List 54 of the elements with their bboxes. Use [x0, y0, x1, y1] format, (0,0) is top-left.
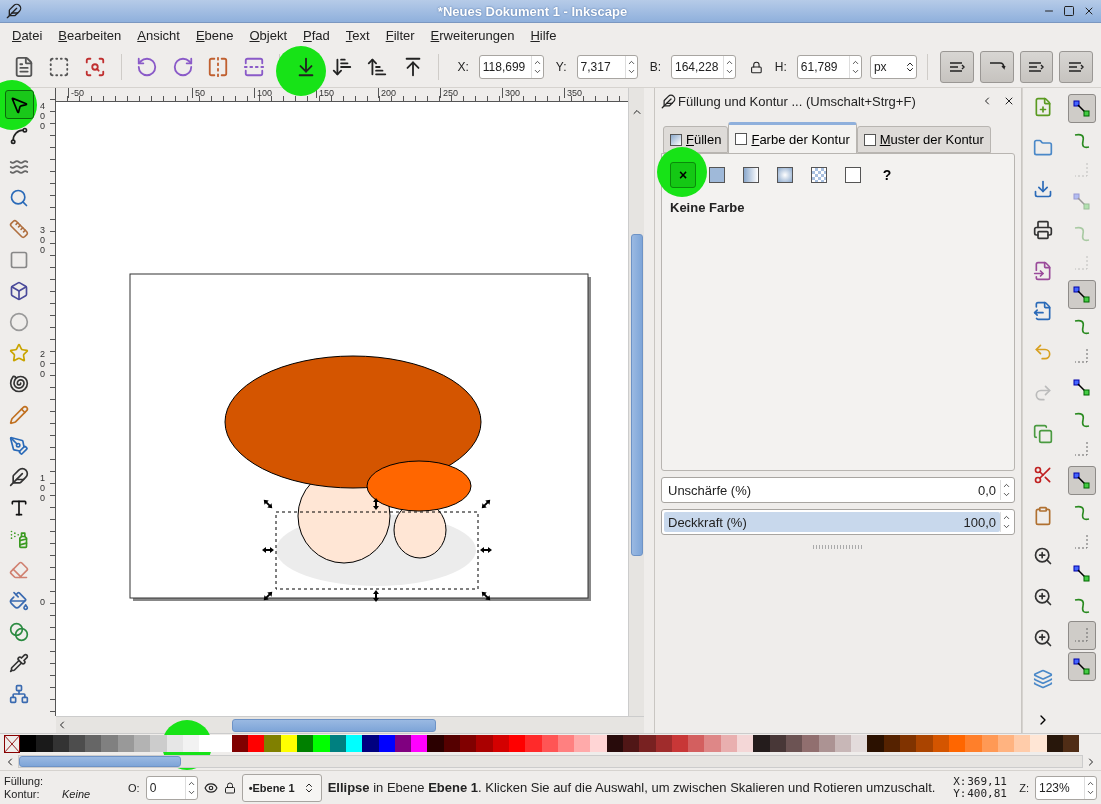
field-label: X:: [457, 60, 469, 74]
paint-type-button[interactable]: ?: [874, 162, 900, 188]
ruler-label: 300: [40, 226, 46, 256]
ruler-label: 0: [40, 598, 46, 608]
menu-item[interactable]: Objekt: [241, 27, 296, 43]
paint-label: Keine Farbe: [670, 200, 746, 215]
tab[interactable]: Farbe der Kontur: [728, 122, 857, 153]
layer-dropdown[interactable]: •Ebene 1: [241, 773, 322, 802]
coord-label: X:: [953, 775, 968, 788]
field-label: Y:: [555, 60, 567, 74]
slider-field[interactable]: Unschärfe (%) 0,0: [661, 477, 1015, 503]
menu-item[interactable]: Erweiterungen: [422, 27, 523, 43]
ruler-label: 250: [440, 88, 459, 98]
coord-label: Y:: [953, 787, 967, 800]
unit-dropdown[interactable]: px: [869, 55, 918, 79]
menu-item[interactable]: Ebene: [187, 27, 242, 43]
ruler-label: 50: [192, 88, 205, 98]
zoom-field[interactable]: 123%: [1035, 775, 1097, 800]
fill-label: Füllung:: [4, 774, 45, 788]
ruler-label: 400: [40, 102, 46, 132]
number-field[interactable]: 118,699: [478, 55, 544, 79]
menu-item[interactable]: Text: [337, 27, 378, 43]
number-field[interactable]: 7,317: [576, 55, 638, 79]
menu-item[interactable]: Ansicht: [129, 27, 188, 43]
panel-title: Füllung und Kontur ... (Umschalt+Strg+F): [678, 93, 917, 109]
paint-type-button[interactable]: ×: [670, 162, 696, 188]
menu-item[interactable]: Hilfe: [522, 27, 565, 43]
ruler-label: 100: [40, 474, 46, 504]
ruler-label: 300: [502, 88, 521, 98]
coord-value: 369,11: [967, 775, 1008, 788]
ruler-label: 350: [564, 88, 583, 98]
window-title: *Neues Dokument 1 - Inkscape: [437, 3, 628, 19]
ruler-label: -50: [68, 88, 84, 98]
tab[interactable]: Füllen: [663, 126, 729, 153]
menu-item[interactable]: Bearbeiten: [50, 27, 130, 43]
coord-value: 400,81: [967, 787, 1008, 800]
menu-item[interactable]: Datei: [4, 27, 51, 43]
menu-item[interactable]: Pfad: [295, 27, 338, 43]
stroke-value: Keine: [62, 787, 92, 801]
number-field[interactable]: 164,228: [671, 55, 737, 79]
menu-item[interactable]: Filter: [377, 27, 423, 43]
ruler-label: 200: [40, 350, 46, 380]
field-label: B:: [649, 60, 661, 74]
opacity-field[interactable]: 0: [145, 775, 198, 800]
zoom-label: Z:: [1019, 781, 1029, 794]
opacity-label: O:: [128, 781, 140, 794]
tab[interactable]: Muster der Kontur: [856, 126, 991, 153]
ruler-label: 200: [378, 88, 397, 98]
stroke-label: Kontur:: [4, 787, 41, 801]
slider-field[interactable]: Deckkraft (%) 100,0: [661, 509, 1015, 535]
ruler-label: 100: [254, 88, 273, 98]
field-label: H:: [774, 60, 787, 74]
status-message: Ellipse in Ebene Ebene 1. Klicken Sie auf die Auswahl, um zwischen Skalieren und Rotieren umzuschalt.: [327, 780, 937, 795]
number-field[interactable]: 61,789: [796, 55, 862, 79]
